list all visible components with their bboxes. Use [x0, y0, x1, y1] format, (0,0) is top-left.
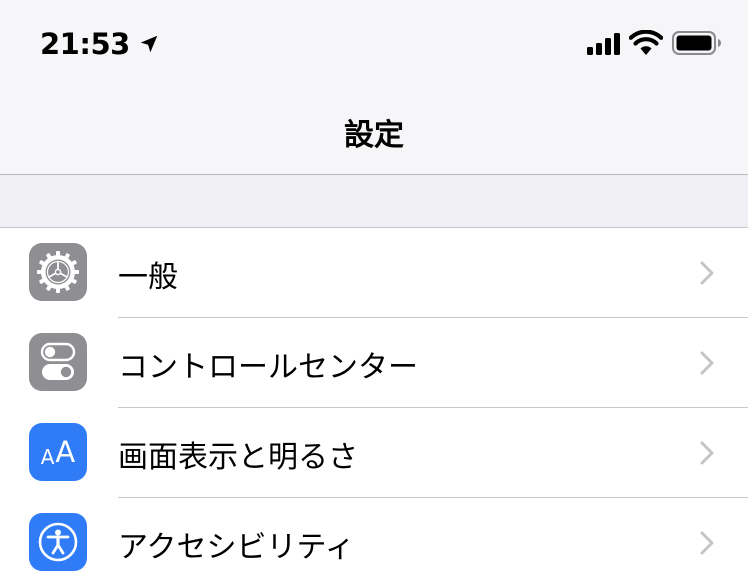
- toggle-switches-icon: [29, 333, 87, 391]
- section-spacer: [0, 175, 748, 228]
- accessibility-icon: [29, 513, 87, 571]
- settings-row-accessibility[interactable]: アクセシビリティ: [0, 498, 748, 588]
- chevron-right-icon: [700, 261, 714, 285]
- text-size-small-a: A: [40, 444, 55, 469]
- status-time: 21:53: [40, 27, 130, 61]
- settings-row-display-brightness[interactable]: AA 画面表示と明るさ: [0, 408, 748, 498]
- text-size-big-a: A: [55, 434, 76, 469]
- location-arrow-icon: [140, 35, 158, 53]
- settings-row-control-center[interactable]: コントロールセンター: [0, 318, 748, 408]
- settings-row-label: コントロールセンター: [118, 350, 418, 385]
- gear-icon: [29, 243, 87, 301]
- page-title: 設定: [344, 118, 404, 153]
- cellular-signal-icon: [587, 33, 620, 55]
- status-time-group: 21:53: [40, 24, 160, 64]
- text-size-glyph: AA: [40, 434, 76, 469]
- battery-icon: [672, 31, 721, 55]
- settings-list: 一般 コントロールセンター AA 画面表示と明るさ アクセシビリティ: [0, 228, 748, 578]
- status-bar: 21:53: [0, 0, 748, 88]
- chevron-right-icon: [700, 351, 714, 375]
- text-size-icon: AA: [29, 423, 87, 481]
- wifi-icon: [629, 30, 663, 55]
- chevron-right-icon: [700, 441, 714, 465]
- settings-row-general[interactable]: 一般: [0, 228, 748, 318]
- settings-row-label: 画面表示と明るさ: [118, 440, 358, 475]
- settings-row-label: 一般: [118, 260, 178, 295]
- settings-row-label: アクセシビリティ: [118, 530, 355, 565]
- chevron-right-icon: [700, 531, 714, 555]
- navigation-bar: 設定: [0, 88, 748, 175]
